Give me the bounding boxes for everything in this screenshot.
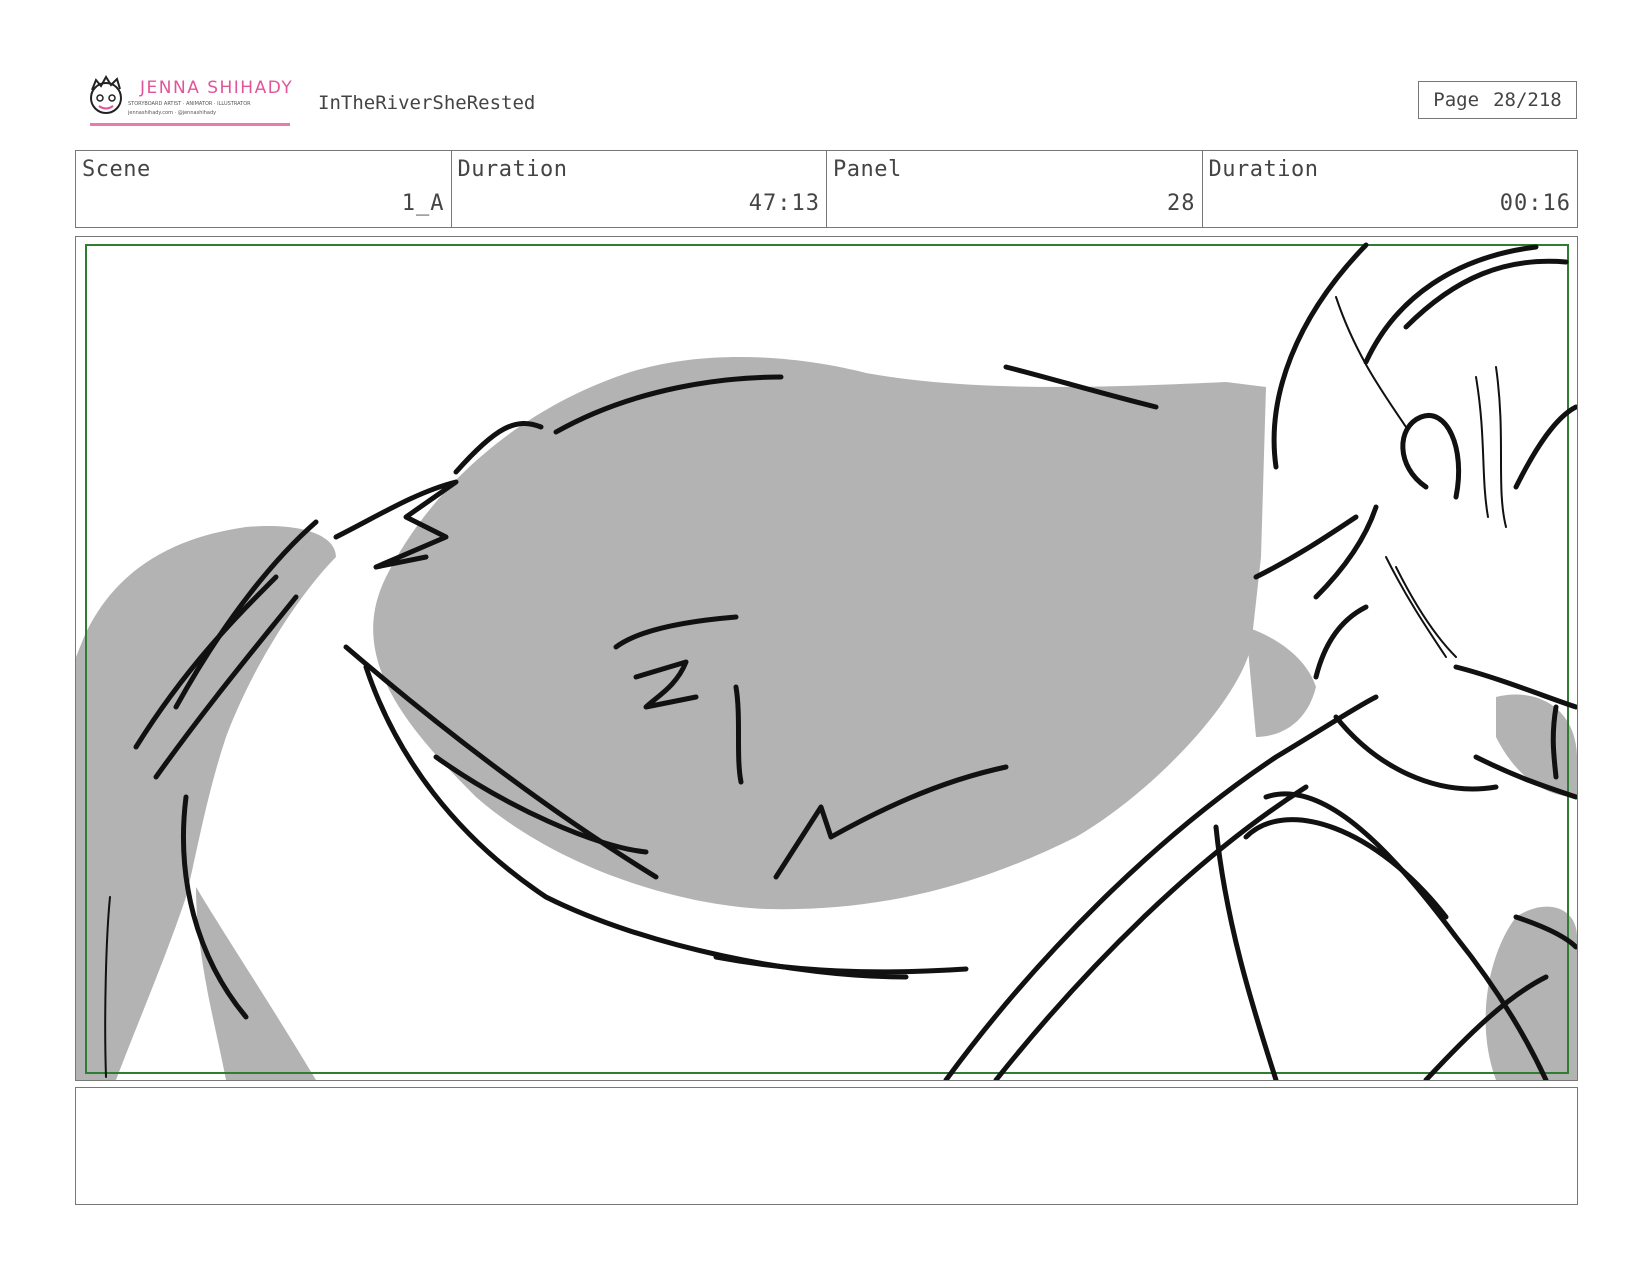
artist-logo: JENNA SHIHADY STORYBOARD ARTIST · ANIMAT… [84,74,292,126]
page-counter: Page 28/218 [1418,81,1577,119]
panel-duration-value: 00:16 [1499,191,1571,216]
panel-cell: Panel 28 [827,151,1203,227]
panel-label: Panel [833,157,902,182]
logo-underline [90,123,290,126]
logo-contact: jennashihady.com · @jennashihady [128,110,217,116]
scene-value: 1_A [401,191,445,216]
page-number: 28/218 [1493,89,1562,111]
panel-duration-cell: Duration 00:16 [1203,151,1578,227]
notes-box [75,1087,1578,1205]
logo-tagline: STORYBOARD ARTIST · ANIMATOR · ILLUSTRAT… [128,101,251,107]
panel-value: 28 [1167,191,1196,216]
page-label: Page [1433,89,1480,111]
logo-name: JENNA SHIHADY [140,78,294,98]
info-bar: Scene 1_A Duration 47:13 Panel 28 Durati… [75,150,1578,228]
scene-label: Scene [82,157,151,182]
scene-cell: Scene 1_A [76,151,452,227]
project-title: InTheRiverSheRested [318,92,536,114]
scene-duration-value: 47:13 [748,191,820,216]
panel-sketch [76,242,1577,1080]
scene-duration-cell: Duration 47:13 [452,151,827,227]
artist-face-icon [90,75,122,114]
scene-duration-label: Duration [457,157,568,182]
panel-duration-label: Duration [1208,157,1319,182]
storyboard-panel [75,236,1578,1081]
